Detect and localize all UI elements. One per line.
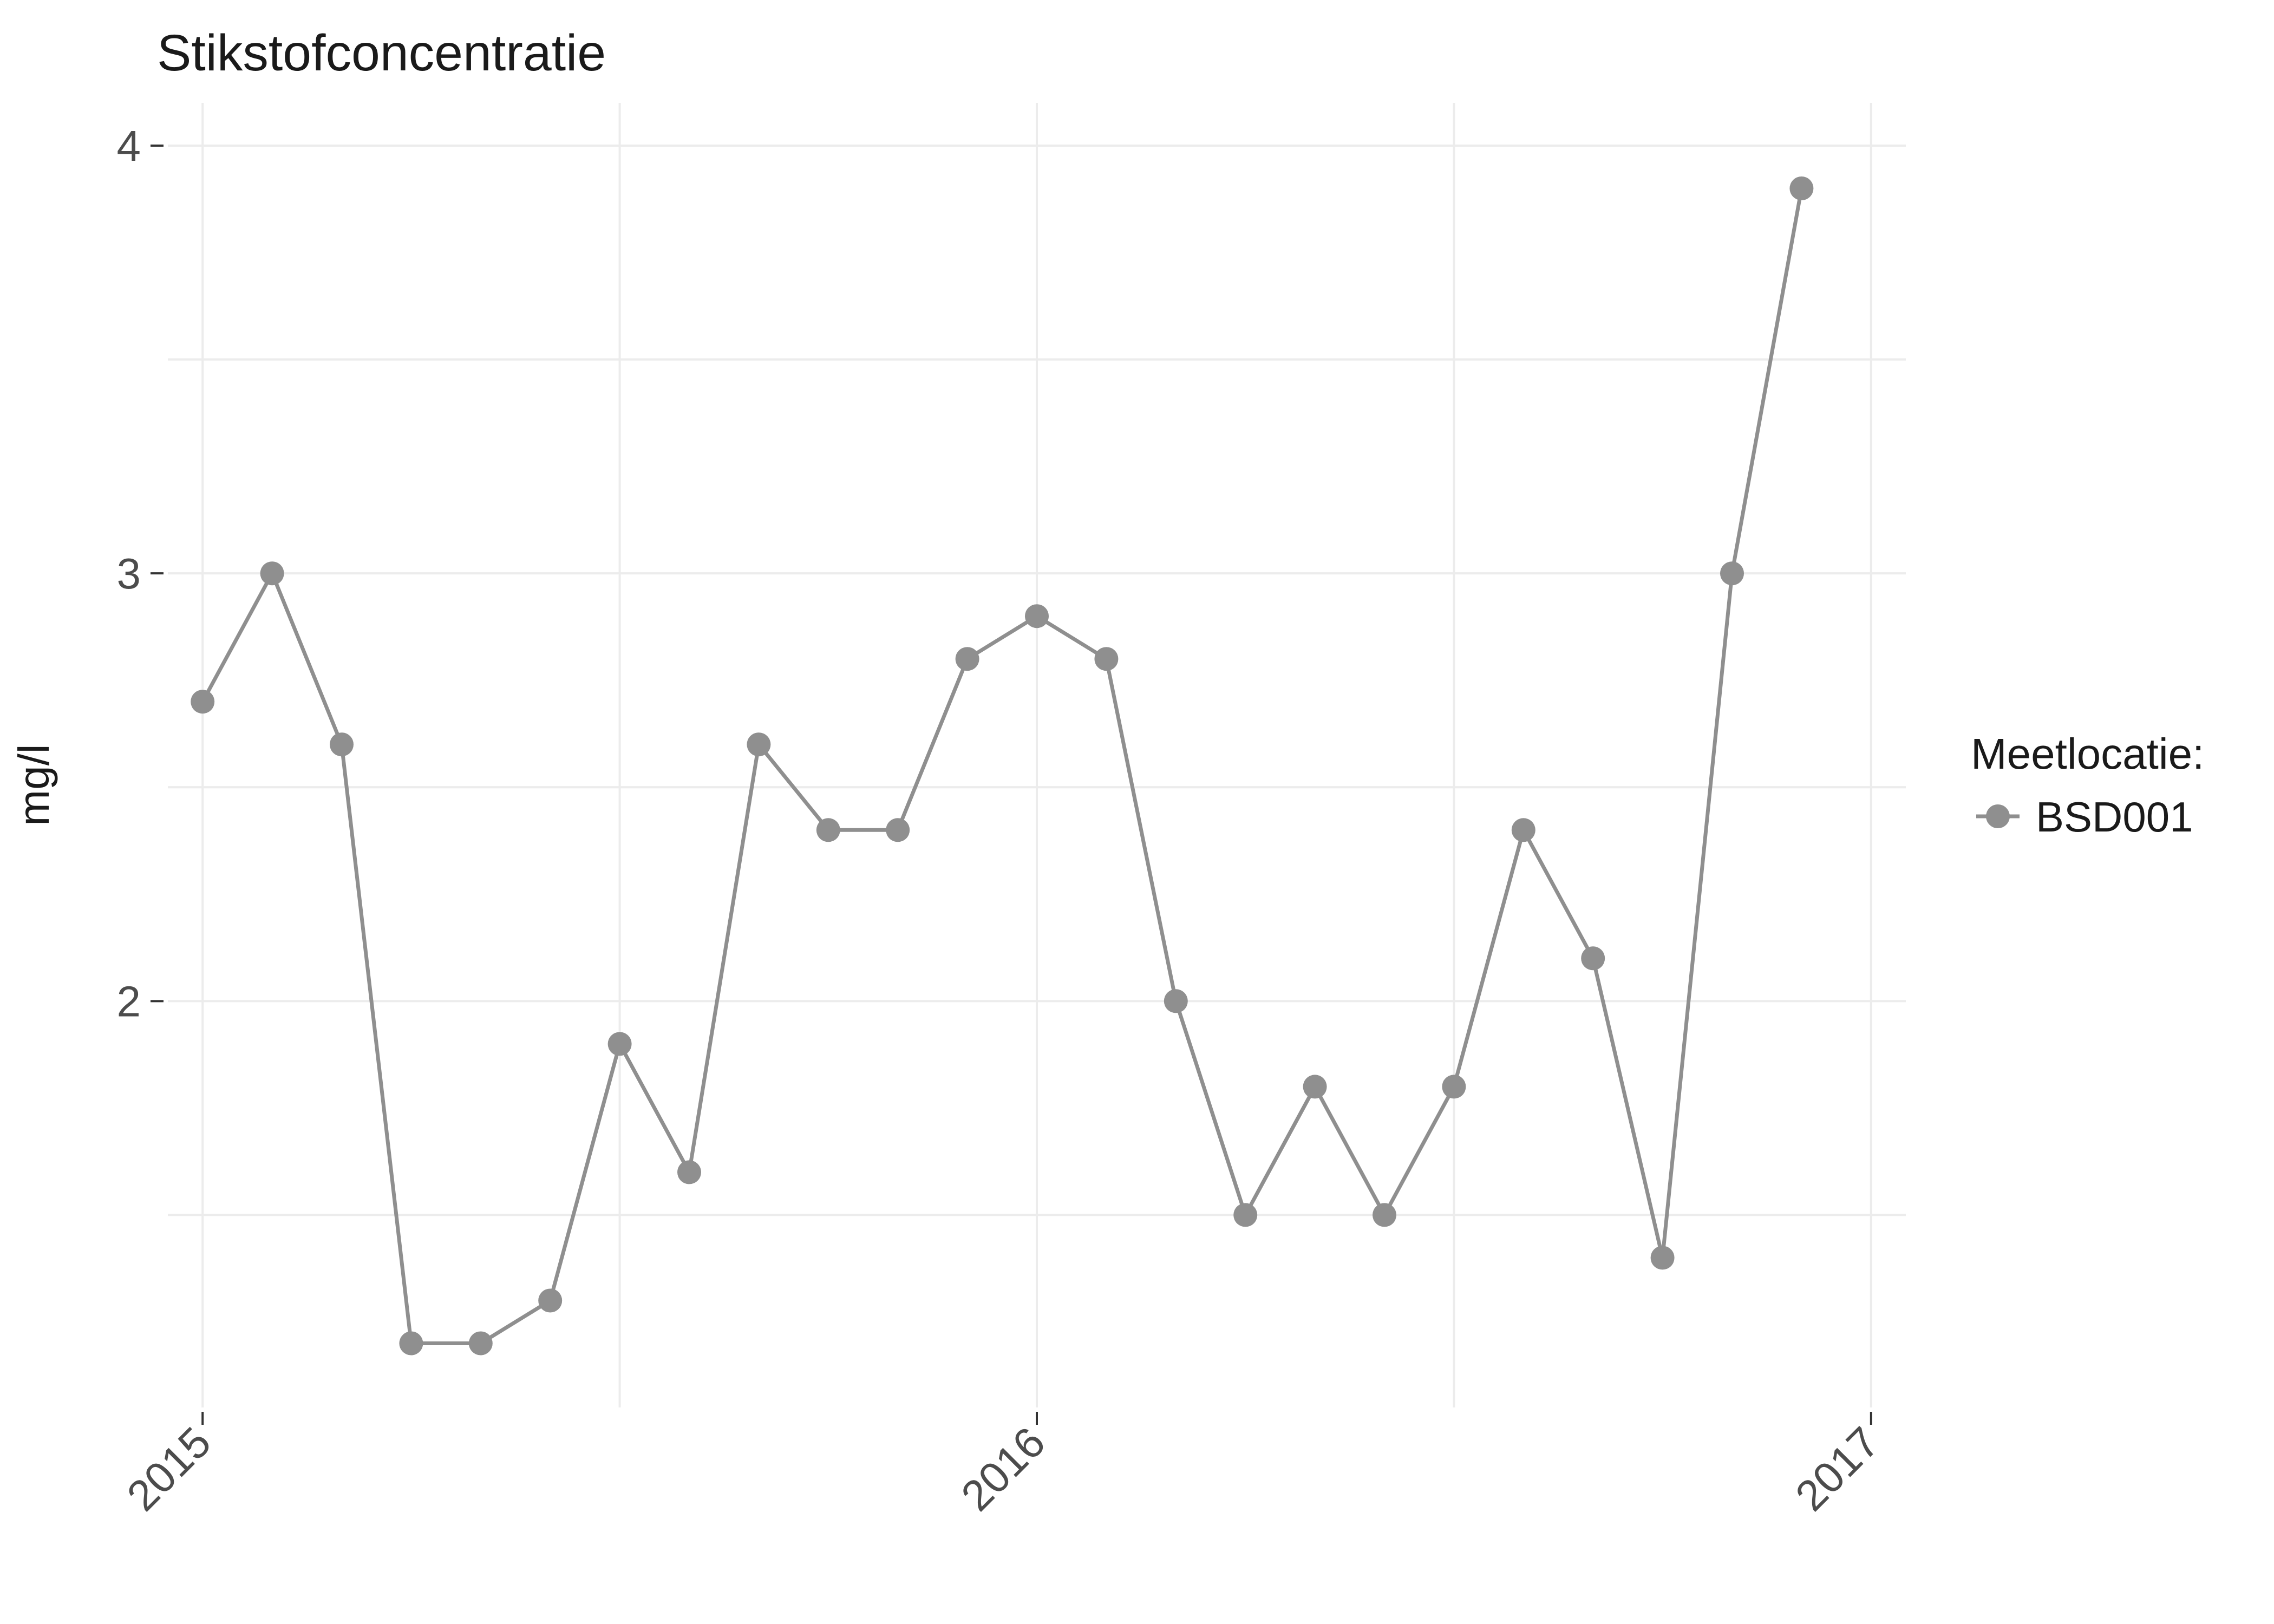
- series-point: [538, 1289, 562, 1313]
- series-point: [1233, 1203, 1257, 1227]
- series-point: [1512, 818, 1535, 842]
- legend: Meetlocatie: BSD001: [1971, 730, 2204, 841]
- series-point: [1651, 1246, 1675, 1269]
- series-point: [1720, 561, 1744, 585]
- series-point: [1303, 1075, 1327, 1098]
- series-point: [1164, 989, 1188, 1013]
- y-ticks: 2 3 4: [117, 122, 164, 1025]
- series-point: [1373, 1203, 1396, 1227]
- x-tick-label: 2017: [1786, 1418, 1889, 1520]
- data-series: [191, 176, 1813, 1355]
- chart-title: Stikstofconcentratie: [157, 24, 606, 82]
- series-point: [1094, 647, 1118, 671]
- x-tick-label: 2015: [117, 1418, 220, 1520]
- y-axis-label: mg/l: [10, 744, 58, 826]
- series-point: [191, 690, 214, 713]
- series-point: [886, 818, 910, 842]
- series-point: [330, 732, 354, 756]
- grid: [168, 103, 1906, 1407]
- series-point: [399, 1332, 423, 1355]
- y-tick-label: 4: [117, 122, 141, 170]
- series-point: [1789, 176, 1813, 200]
- x-tick-label: 2016: [952, 1418, 1054, 1520]
- series-line: [202, 188, 1801, 1344]
- series-point: [260, 561, 284, 585]
- y-tick-label: 3: [117, 549, 141, 598]
- series-point: [1442, 1075, 1466, 1098]
- legend-title: Meetlocatie:: [1971, 730, 2204, 778]
- series-point: [677, 1160, 701, 1184]
- series-point: [816, 818, 840, 842]
- y-tick-label: 2: [117, 977, 141, 1025]
- series-point: [956, 647, 979, 671]
- series-point: [747, 732, 770, 756]
- series-point: [1581, 946, 1605, 970]
- series-point: [1025, 604, 1049, 628]
- series-point: [608, 1032, 632, 1056]
- legend-item-label: BSD001: [2036, 793, 2193, 841]
- legend-swatch-point: [1986, 804, 2010, 828]
- series-point: [469, 1332, 493, 1355]
- x-ticks: 2015 2016 2017: [117, 1412, 1888, 1520]
